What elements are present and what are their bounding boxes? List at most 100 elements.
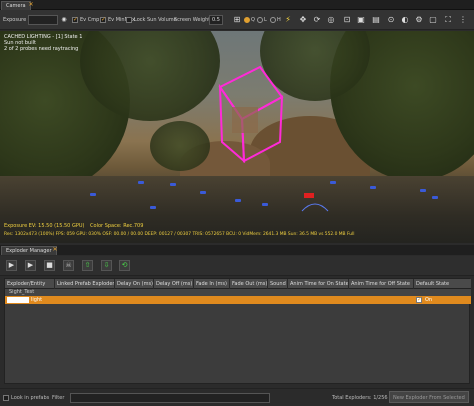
column-header[interactable]: Fade In (ms) bbox=[194, 279, 230, 289]
column-header[interactable]: Sound bbox=[268, 279, 288, 289]
more-icon[interactable]: ⋮ bbox=[458, 15, 468, 25]
tab-close-icon[interactable]: ✕ bbox=[27, 0, 35, 9]
column-header[interactable]: Default State bbox=[414, 279, 471, 289]
column-header[interactable]: Linked Prefab Exploder bbox=[55, 279, 115, 289]
new-exploder-button[interactable]: New Exploder From Selected bbox=[389, 391, 469, 403]
lock-icon[interactable]: ▢ bbox=[428, 15, 438, 25]
probe-marker[interactable] bbox=[262, 203, 268, 206]
frame-icon[interactable]: ▣ bbox=[356, 15, 366, 25]
camera-icon[interactable]: ◎ bbox=[326, 15, 336, 25]
sync-button[interactable]: ⟲ bbox=[119, 260, 130, 271]
filter-label: Filter bbox=[52, 395, 65, 401]
play-icon: ▶ bbox=[27, 261, 34, 269]
entity-name-field[interactable] bbox=[7, 297, 29, 303]
look-in-prefabs-label: Look in prefabs bbox=[11, 395, 50, 401]
skull-button[interactable]: ☠ bbox=[63, 260, 74, 271]
lock-sun-checkbox[interactable] bbox=[126, 17, 132, 23]
probe-gizmo[interactable] bbox=[210, 57, 290, 167]
layers-icon[interactable]: ▤ bbox=[371, 15, 381, 25]
screen-weight-field[interactable]: 0.5 bbox=[209, 15, 223, 25]
group-row[interactable]: Sight_Test bbox=[5, 289, 471, 296]
view-mode-h-label: H bbox=[277, 17, 281, 23]
exposure-slider[interactable] bbox=[28, 15, 58, 25]
grid-view-icon[interactable]: ⊞ bbox=[232, 15, 242, 25]
default-state-checkbox[interactable] bbox=[416, 296, 422, 303]
probe-marker[interactable] bbox=[138, 181, 144, 184]
exposure-readout: Exposure EV: 15.50 (15.50 GPU) Color Spa… bbox=[4, 223, 143, 229]
column-header[interactable]: Anim Time for On State bbox=[288, 279, 349, 289]
tab-camera-label: Camera bbox=[6, 3, 26, 9]
target-icon[interactable]: ⊙ bbox=[386, 15, 396, 25]
probe-marker[interactable] bbox=[150, 206, 156, 209]
probe-marker[interactable] bbox=[432, 196, 438, 199]
tab-exploder-manager-label: Exploder Manager bbox=[6, 248, 52, 254]
play-button[interactable]: ▶ bbox=[25, 260, 36, 271]
look-in-prefabs-checkbox[interactable] bbox=[3, 395, 9, 401]
camera-tab-bar: Camera ✕ bbox=[0, 0, 474, 10]
export-icon: ⇧ bbox=[84, 261, 91, 269]
tree-foliage bbox=[150, 121, 210, 171]
probe-marker[interactable] bbox=[200, 191, 206, 194]
stop-button[interactable]: ■ bbox=[44, 260, 55, 271]
exploder-status-bar: Look in prefabs Filter Total Exploders: … bbox=[0, 388, 474, 406]
export-button[interactable]: ⇧ bbox=[82, 260, 93, 271]
exploder-toolbar: ▶ ▶ ■ ☠ ⇧ ⇩ ⟲ bbox=[0, 256, 474, 276]
probe-marker[interactable] bbox=[330, 181, 336, 184]
fullscreen-icon[interactable]: ⛶ bbox=[443, 15, 453, 25]
lightning-icon[interactable]: ⚡ bbox=[283, 15, 293, 25]
column-header[interactable]: Delay Off (ms) bbox=[154, 279, 194, 289]
rotate-icon[interactable]: ⟳ bbox=[312, 15, 322, 25]
view-mode-q-label: Q bbox=[251, 17, 255, 23]
entity-name-cell: light bbox=[31, 297, 43, 303]
probe-marker[interactable] bbox=[420, 189, 426, 192]
screen-weight-value: 0.5 bbox=[212, 17, 220, 23]
screen-weight-label: Screen Weight bbox=[174, 17, 211, 23]
filter-input[interactable] bbox=[70, 393, 270, 403]
move-icon[interactable]: ✥ bbox=[298, 15, 308, 25]
reset-icon[interactable]: ◉ bbox=[59, 15, 69, 25]
stop-icon: ■ bbox=[46, 261, 53, 269]
import-icon: ⇩ bbox=[103, 261, 110, 269]
column-header[interactable]: Anim Time for Off State bbox=[349, 279, 414, 289]
table-header: Exploder/Entity Linked Prefab Exploder D… bbox=[5, 279, 471, 289]
column-header[interactable]: Fade Out (ms) bbox=[230, 279, 268, 289]
table-row[interactable]: light On bbox=[5, 296, 471, 304]
settings-icon[interactable]: ⚙ bbox=[414, 15, 424, 25]
view-mode-l-radio[interactable] bbox=[257, 17, 263, 23]
scene-viewport[interactable]: CACHED LIGHTING - [1] State 1 Sun not bu… bbox=[0, 31, 474, 243]
view-mode-q-radio[interactable] bbox=[244, 17, 250, 23]
tab-exploder-manager[interactable]: Exploder Manager bbox=[1, 246, 57, 255]
total-exploders-text: Total Exploders: 1/256 bbox=[332, 395, 388, 401]
probe-marker[interactable] bbox=[370, 186, 376, 189]
ev-minmax-checkbox[interactable] bbox=[100, 16, 106, 23]
selection-arc bbox=[301, 203, 329, 212]
probe-marker[interactable] bbox=[235, 199, 241, 202]
group-row-label: Sight_Test bbox=[9, 289, 35, 295]
view-mode-l-label: L bbox=[264, 17, 267, 23]
probe-marker[interactable] bbox=[90, 193, 96, 196]
step-back-button[interactable]: ▶ bbox=[6, 260, 17, 271]
performance-stats: Res: 1302x473 (100%) FPS: 059 GPU: 030% … bbox=[4, 232, 355, 237]
probe-marker[interactable] bbox=[170, 183, 176, 186]
ev-cmp-checkbox[interactable] bbox=[72, 16, 78, 23]
exposure-label: Exposure bbox=[3, 17, 27, 23]
default-state-cell: On bbox=[425, 297, 433, 303]
tab-close-icon[interactable]: ✕ bbox=[51, 245, 59, 254]
column-header[interactable]: Exploder/Entity bbox=[5, 279, 55, 289]
snap-icon[interactable]: ⊡ bbox=[342, 15, 352, 25]
ev-cmp-label: Ev Cmp bbox=[80, 17, 100, 23]
sync-icon: ⟲ bbox=[121, 261, 128, 269]
eye-icon[interactable]: ◐ bbox=[400, 15, 410, 25]
lock-sun-label: Lock Sun Volume bbox=[134, 17, 177, 23]
column-header[interactable]: Delay On (ms) bbox=[115, 279, 154, 289]
color-space-text: Color Space: Rec.709 bbox=[90, 223, 144, 229]
exploder-tab-bar: Exploder Manager ✕ bbox=[0, 245, 474, 255]
skull-icon: ☠ bbox=[65, 261, 72, 269]
probe-status-text: 2 of 2 probes need raytracing bbox=[4, 46, 79, 52]
step-back-icon: ▶ bbox=[8, 261, 15, 269]
view-mode-h-radio[interactable] bbox=[270, 17, 276, 23]
camera-toolbar: Exposure ◉ Ev Cmp Ev MinMax Lock Sun Vol… bbox=[0, 10, 474, 30]
selected-object-marker[interactable] bbox=[304, 193, 314, 198]
exploder-table: Exploder/Entity Linked Prefab Exploder D… bbox=[4, 278, 471, 384]
import-button[interactable]: ⇩ bbox=[101, 260, 112, 271]
